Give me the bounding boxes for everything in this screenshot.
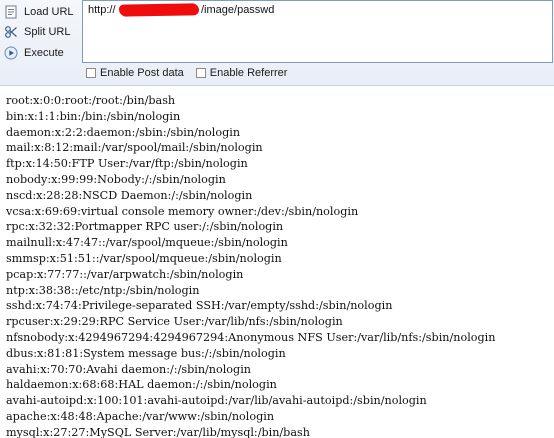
output-line: sshd:x:74:74:Privilege-separated SSH:/va… [6,299,393,313]
output-line: bin:x:1:1:bin:/bin:/sbin/nologin [6,109,181,123]
output-line: rpc:x:32:32:Portmapper RPC user:/:/sbin/… [6,220,284,234]
output-line: avahi-autoipd:x:100:101:avahi-autoipd:/v… [6,394,427,408]
output-line: avahi:x:70:70:Avahi daemon:/:/sbin/nolog… [6,362,251,376]
load-url-label: Load URL [24,6,74,18]
output-line: mail:x:8:12:mail:/var/spool/mail:/sbin/n… [6,141,263,155]
output-line: nscd:x:28:28:NSCD Daemon:/:/sbin/nologin [6,188,253,202]
play-icon [4,46,18,60]
output-line: rpcuser:x:29:29:RPC Service User:/var/li… [6,315,343,329]
response-output: root:x:0:0:root:/root:/bin/bash bin:x:1:1… [6,93,552,438]
enable-post-label: Enable Post data [100,67,184,79]
output-line: smmsp:x:51:51::/var/spool/mqueue:/sbin/n… [6,251,282,265]
url-input[interactable]: http:// /image/passwd [82,0,553,63]
output-line: vcsa:x:69:69:virtual console memory owne… [6,204,359,218]
load-url-icon [4,5,18,19]
enable-referrer-label: Enable Referrer [209,67,288,79]
output-line: ntp:x:38:38::/etc/ntp:/sbin/nologin [6,283,200,297]
enable-referrer-option[interactable]: Enable Referrer [195,67,288,79]
output-line: nobody:x:99:99:Nobody:/:/sbin/nologin [6,172,226,186]
redaction-mark [118,3,200,17]
execute-button[interactable]: Execute [2,43,80,63]
output-line: ftp:x:14:50:FTP User:/var/ftp:/sbin/nolo… [6,157,248,171]
action-buttons: Load URL Split URL Execute [0,0,82,64]
enable-referrer-checkbox[interactable] [195,68,206,78]
output-line: pcap:x:77:77::/var/arpwatch:/sbin/nologi… [6,267,244,281]
output-line: root:x:0:0:root:/root:/bin/bash [6,94,176,107]
request-options: Enable Post data Enable Referrer [86,65,299,81]
split-url-button[interactable]: Split URL [2,22,80,42]
load-url-button[interactable]: Load URL [2,2,80,22]
output-line: apache:x:48:48:Apache:/var/www:/sbin/nol… [6,409,275,423]
split-url-icon [4,25,18,39]
output-line: mailnull:x:47:47::/var/spool/mqueue:/sbi… [6,236,288,250]
enable-post-checkbox[interactable] [86,68,96,78]
split-url-label: Split URL [24,26,71,38]
output-line: daemon:x:2:2:daemon:/sbin:/sbin/nologin [6,125,241,139]
url-prefix: http:// [88,4,116,16]
hackbar-panel: Load URL Split URL Execute http:// /imag… [0,0,554,86]
enable-post-option[interactable]: Enable Post data [86,67,184,79]
url-path: /image/passwd [201,4,275,16]
output-line: haldaemon:x:68:68:HAL daemon:/:/sbin/nol… [6,378,277,392]
execute-label: Execute [24,47,64,59]
output-line: dbus:x:81:81:System message bus:/:/sbin/… [6,346,286,360]
output-line: mysql:x:27:27:MySQL Server:/var/lib/mysq… [6,425,310,438]
output-line: nfsnobody:x:4294967294:4294967294:Anonym… [6,330,496,344]
